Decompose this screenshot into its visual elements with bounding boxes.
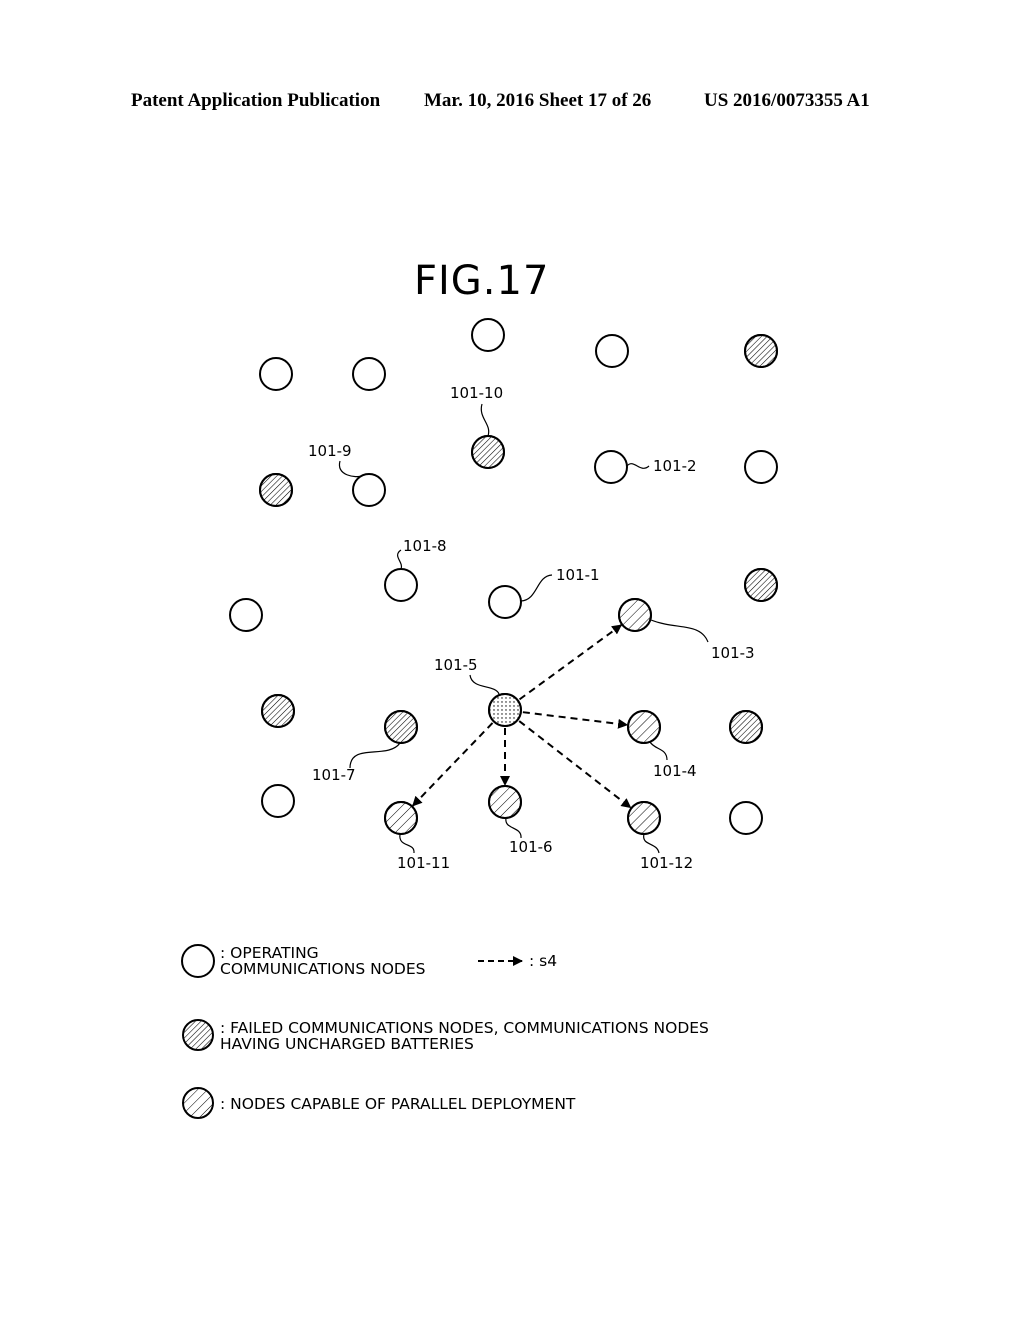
node-failed-fill <box>744 334 778 368</box>
legend-parallel-icon <box>182 1087 214 1119</box>
node-operating <box>259 357 293 391</box>
node-failed-fill <box>471 435 505 469</box>
node-label: 101-4 <box>653 762 697 780</box>
node-operating <box>384 568 418 602</box>
node-operating <box>595 334 629 368</box>
node-label: 101-6 <box>509 838 553 856</box>
node-parallel-fill <box>627 710 661 744</box>
network-diagram: 101-10 101-9 101-2 101-8 101-1 101-3 101-5 101-… <box>181 318 778 1119</box>
legend-arrow-text: : s4 <box>529 952 558 970</box>
legend-operating-text: : OPERATING COMMUNICATIONS NODES <box>220 945 425 977</box>
node-operating <box>229 598 263 632</box>
legend-operating-line2: COMMUNICATIONS NODES <box>220 960 426 978</box>
node-operating <box>729 801 763 835</box>
leader-line <box>480 403 490 437</box>
node-operating <box>352 473 386 507</box>
arrow-101-5-to-101-4 <box>522 711 629 729</box>
node-failed-fill <box>261 694 295 728</box>
node-label: 101-12 <box>640 854 693 872</box>
node-failed-fill <box>729 710 763 744</box>
node-label: 101-9 <box>308 442 352 460</box>
leader-line <box>399 833 415 854</box>
node-operating <box>744 450 778 484</box>
node-label: 101-10 <box>450 384 503 402</box>
node-parallel-fill <box>488 785 522 819</box>
legend-failed-line2: HAVING UNCHARGED BATTERIES <box>220 1035 474 1053</box>
leader-line <box>649 741 668 761</box>
node-parallel-fill <box>384 801 418 835</box>
node-label: 101-7 <box>312 766 356 784</box>
node-label: 101-3 <box>711 644 755 662</box>
leader-line <box>520 574 553 602</box>
nodes-layer <box>229 318 778 835</box>
legend-parallel-text: : NODES CAPABLE OF PARALLEL DEPLOYMENT <box>220 1095 576 1113</box>
leader-line <box>626 463 650 469</box>
leader-line <box>349 742 401 769</box>
arrow-101-5-to-101-3 <box>518 624 623 701</box>
node-parallel-fill <box>627 801 661 835</box>
node-parallel-fill <box>618 598 652 632</box>
node-label: 101-1 <box>556 566 600 584</box>
legend-operating-line1: : OPERATING <box>220 944 319 962</box>
node-operating <box>594 450 628 484</box>
node-operating <box>488 585 522 619</box>
legend-failed-text: : FAILED COMMUNICATIONS NODES, COMMUNICA… <box>220 1020 709 1052</box>
leader-line <box>338 460 363 478</box>
leader-line <box>643 833 660 854</box>
node-operating <box>261 784 295 818</box>
leader-line <box>469 674 500 695</box>
node-operating <box>471 318 505 352</box>
arrow-101-5-to-101-12 <box>518 720 632 809</box>
arrows-layer <box>412 624 632 809</box>
node-label: 101-8 <box>403 537 447 555</box>
node-failed-fill <box>384 710 418 744</box>
node-operating <box>352 357 386 391</box>
node-source-fill <box>488 693 522 727</box>
node-failed-fill <box>259 473 293 507</box>
arrow-101-5-to-101-11 <box>412 722 494 807</box>
legend-operating-icon <box>181 944 215 978</box>
legend-failed-icon <box>182 1019 214 1051</box>
leader-line <box>397 549 403 570</box>
legend-failed-line1: : FAILED COMMUNICATIONS NODES, COMMUNICA… <box>220 1019 709 1037</box>
node-label: 101-2 <box>653 457 697 475</box>
node-failed-fill <box>744 568 778 602</box>
node-label: 101-5 <box>434 656 478 674</box>
leader-line <box>505 817 522 839</box>
node-label: 101-11 <box>397 854 450 872</box>
leader-line <box>650 619 709 643</box>
